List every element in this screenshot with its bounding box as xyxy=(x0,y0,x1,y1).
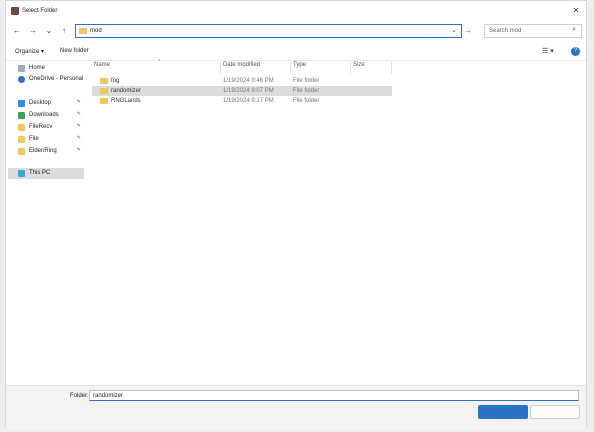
folder-icon xyxy=(18,124,25,131)
up-arrow-icon[interactable]: ↑ xyxy=(59,26,69,36)
table-row[interactable]: randomizer 1/19/2024 9:07 PM File folder xyxy=(92,86,392,96)
view-options-icon[interactable]: ☰ ▾ xyxy=(542,47,554,55)
column-divider[interactable] xyxy=(350,62,351,74)
pin-icon: ✎ xyxy=(76,123,81,129)
folder-icon xyxy=(100,78,108,84)
file-type: File folder xyxy=(293,88,320,94)
folder-field-label: Folder: xyxy=(70,393,89,399)
folder-icon xyxy=(18,148,25,155)
desktop-icon xyxy=(18,100,25,107)
address-path: mod xyxy=(90,28,102,34)
sidebar-item-this-pc[interactable]: This PC xyxy=(8,168,84,179)
back-arrow-icon[interactable]: ← xyxy=(12,26,22,36)
file-name: fog xyxy=(111,78,120,84)
sidebar-item-label: FileRecv xyxy=(29,124,53,130)
organize-button[interactable]: Organize ▾ xyxy=(15,48,44,55)
pin-icon: ✎ xyxy=(76,111,81,117)
sidebar-item-onedrive[interactable]: OneDrive - Personal xyxy=(8,74,84,85)
sidebar-item-eldenring[interactable]: EldenRing ✎ xyxy=(8,146,84,157)
file-date: 1/19/2024 9:17 PM xyxy=(223,98,274,104)
file-date: 1/19/2024 9:07 PM xyxy=(223,88,274,94)
download-icon xyxy=(18,112,25,119)
column-divider[interactable] xyxy=(220,62,221,74)
recent-locations-icon[interactable]: ⌄ xyxy=(44,26,54,36)
help-icon[interactable]: ? xyxy=(571,47,580,56)
sidebar-item-label: Downloads xyxy=(29,112,59,118)
home-icon xyxy=(18,65,25,72)
select-folder-button[interactable] xyxy=(478,405,528,419)
folder-field-value: randomizer xyxy=(93,393,124,399)
pin-icon: ✎ xyxy=(76,147,81,153)
chevron-down-icon[interactable]: ⌄ xyxy=(451,26,457,34)
address-bar[interactable]: mod ⌄ xyxy=(75,24,462,38)
app-icon xyxy=(11,7,19,15)
go-arrow-icon[interactable]: → xyxy=(463,26,473,36)
sidebar-item-label: Home xyxy=(29,65,46,71)
file-type: File folder xyxy=(293,98,320,104)
cloud-icon xyxy=(18,76,25,83)
column-header-size[interactable]: Size xyxy=(353,62,365,74)
title-bar: Select Folder ✕ xyxy=(6,1,586,21)
select-folder-dialog: Select Folder ✕ ← → ⌄ ↑ mod ⌄ → Search m… xyxy=(5,0,587,430)
toolbar: Organize ▾ New folder ☰ ▾ ? xyxy=(6,44,586,61)
folder-icon xyxy=(79,28,87,34)
column-header-type[interactable]: Type xyxy=(293,62,306,74)
search-placeholder: Search mod xyxy=(489,28,522,34)
column-header-date[interactable]: Date modified xyxy=(223,62,260,74)
forward-arrow-icon[interactable]: → xyxy=(28,26,38,36)
sidebar-item-label: OneDrive - Personal xyxy=(29,76,84,82)
folder-field[interactable]: randomizer xyxy=(89,390,579,401)
file-name: RNGLands xyxy=(111,98,141,104)
sidebar-item-home[interactable]: Home xyxy=(8,63,84,74)
file-name: randomizer xyxy=(111,88,142,94)
folder-icon xyxy=(100,88,108,94)
folder-icon xyxy=(18,136,25,143)
computer-icon xyxy=(18,170,25,177)
search-input[interactable]: Search mod ⌕ xyxy=(484,24,582,38)
navigation-pane: Home OneDrive - Personal Desktop ✎ Downl… xyxy=(6,62,86,382)
sidebar-item-filerecv[interactable]: FileRecv ✎ xyxy=(8,122,84,133)
sidebar-item-label: Desktop xyxy=(29,100,52,106)
new-folder-button[interactable]: New folder xyxy=(60,48,89,54)
sidebar-item-label: File xyxy=(29,136,39,142)
file-type: File folder xyxy=(293,78,320,84)
sidebar-item-label: EldenRing xyxy=(29,148,57,154)
sidebar-item-label: This PC xyxy=(29,170,51,176)
table-row[interactable]: RNGLands 1/19/2024 9:17 PM File folder xyxy=(92,96,392,106)
table-row[interactable]: fog 1/19/2024 9:46 PM File folder xyxy=(92,76,392,86)
column-header-name[interactable]: Name xyxy=(94,62,110,74)
file-date: 1/19/2024 9:46 PM xyxy=(223,78,274,84)
pin-icon: ✎ xyxy=(76,135,81,141)
sidebar-item-desktop[interactable]: Desktop ✎ xyxy=(8,98,84,109)
search-icon: ⌕ xyxy=(572,26,576,33)
close-icon[interactable]: ✕ xyxy=(570,5,582,17)
column-divider[interactable] xyxy=(290,62,291,74)
pin-icon: ✎ xyxy=(76,99,81,105)
sidebar-item-file[interactable]: File ✎ xyxy=(8,134,84,145)
dialog-footer: Folder: randomizer xyxy=(6,385,586,430)
file-list: ^ Name Date modified Type Size fog 1/19/… xyxy=(92,59,582,382)
sort-ascending-icon: ^ xyxy=(158,59,161,65)
column-divider[interactable] xyxy=(391,62,392,74)
sidebar-item-downloads[interactable]: Downloads ✎ xyxy=(8,110,84,121)
cancel-button[interactable] xyxy=(530,405,580,419)
navigation-bar: ← → ⌄ ↑ mod ⌄ → Search mod ⌕ xyxy=(6,22,586,42)
dialog-title: Select Folder xyxy=(22,8,58,14)
folder-icon xyxy=(100,98,108,104)
